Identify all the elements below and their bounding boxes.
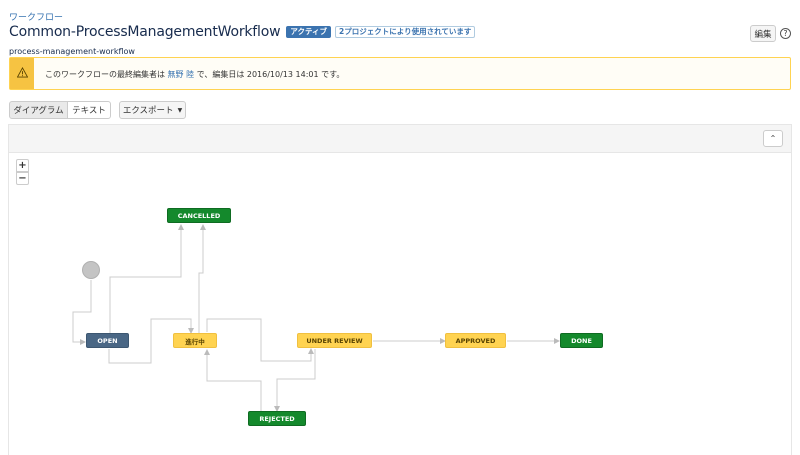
export-button[interactable]: エクスポート ▼ xyxy=(119,101,186,119)
export-label: エクスポート xyxy=(122,106,174,116)
status-done[interactable]: DONE xyxy=(560,333,603,348)
transition-rejected-inprogress xyxy=(204,349,262,411)
help-icon[interactable]: ? xyxy=(780,28,791,39)
transition-review-rejected xyxy=(274,349,316,412)
transition-inprogress-cancelled xyxy=(198,224,206,333)
status-approved[interactable]: APPROVED xyxy=(445,333,506,348)
tab-diagram[interactable]: ダイアグラム xyxy=(9,101,68,119)
edit-button[interactable]: 編集 xyxy=(750,25,776,42)
title-row: Common-ProcessManagementWorkflow アクティブ 2… xyxy=(9,24,476,40)
status-in-progress[interactable]: 進行中 xyxy=(173,333,217,348)
status-open[interactable]: OPEN xyxy=(86,333,129,348)
transition-inprogress-review xyxy=(206,318,314,362)
warning-icon xyxy=(17,67,28,78)
breadcrumb[interactable]: ワークフロー xyxy=(9,10,63,23)
transition-open-cancelled xyxy=(109,224,184,333)
warning-prefix: このワークフローの最終編集者は xyxy=(45,70,165,79)
transition-lines xyxy=(72,224,560,412)
start-node xyxy=(82,261,100,279)
workflow-diagram: ⌃ + − CANCELLED OPEN 進行中 UNDER REVIEW AP… xyxy=(8,124,792,455)
tab-text[interactable]: テキスト xyxy=(67,101,111,119)
warning-text: このワークフローの最終編集者は 無野 陸 で、編集日は 2016/10/13 1… xyxy=(45,69,344,80)
status-badge: アクティブ xyxy=(286,26,332,38)
user-link[interactable]: 無野 陸 xyxy=(168,70,195,79)
page-title: Common-ProcessManagementWorkflow xyxy=(9,24,281,40)
warning-suffix: で、編集日は 2016/10/13 14:01 です。 xyxy=(196,70,345,79)
warning-bar xyxy=(10,58,34,89)
chevron-down-icon: ▼ xyxy=(177,106,183,114)
status-rejected[interactable]: REJECTED xyxy=(248,411,306,426)
workflow-name: process-management-workflow xyxy=(9,47,135,56)
projects-badge[interactable]: 2プロジェクトにより使用されています xyxy=(335,26,476,38)
warning-message: このワークフローの最終編集者は 無野 陸 で、編集日は 2016/10/13 1… xyxy=(9,57,791,90)
status-under-review[interactable]: UNDER REVIEW xyxy=(297,333,372,348)
status-cancelled[interactable]: CANCELLED xyxy=(167,208,231,223)
